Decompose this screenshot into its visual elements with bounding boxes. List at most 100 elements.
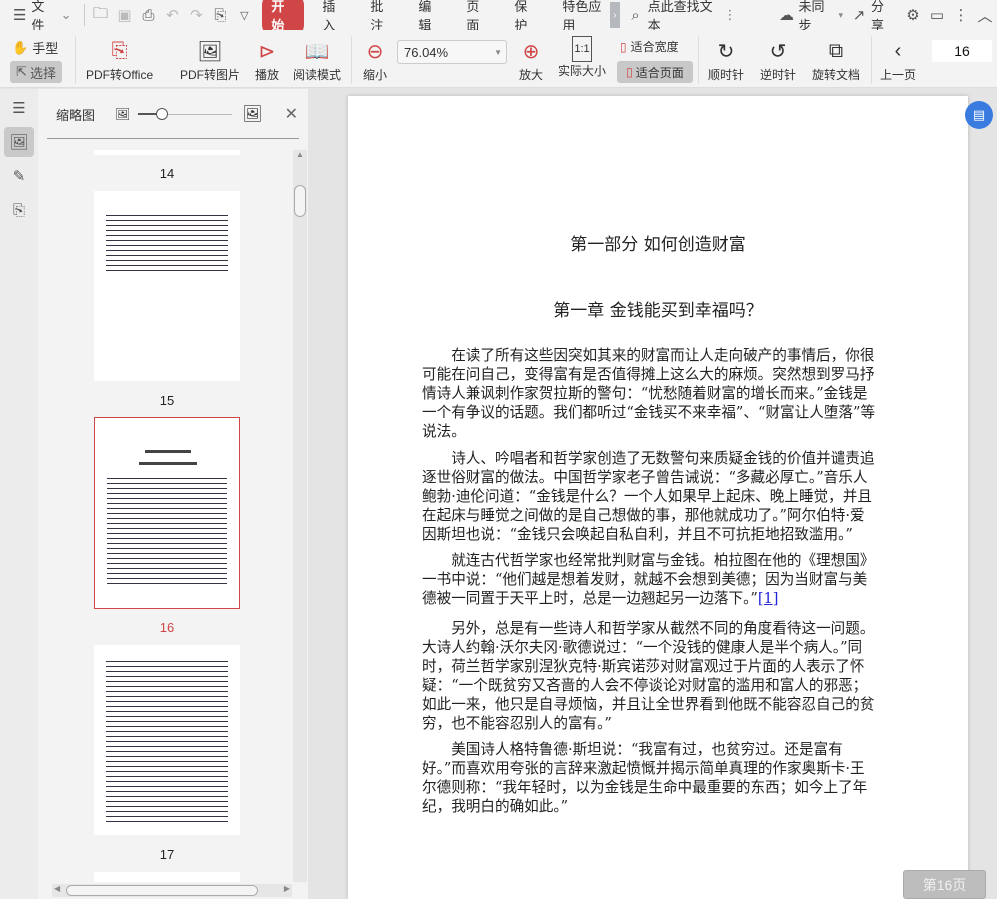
text-line: 另外，总是有一些诗人和哲学家从截然不同的角度看待这一问题。 — [422, 620, 875, 637]
chevron-down-icon: ▼ — [494, 47, 502, 57]
save-icon[interactable]: ▣ — [112, 2, 136, 28]
fit-page-button[interactable]: ▯ 适合页面 — [617, 61, 693, 83]
hand-icon: ✋ — [12, 39, 29, 55]
export-icon[interactable]: ⎘ — [208, 2, 232, 28]
chevron-down-icon: ⌄ — [60, 7, 72, 22]
page-indicator-badge: 第16页 — [903, 870, 986, 899]
text-line: 如此一来，他只是自寻烦恼，并且让全世界看到他既不能容忍自己的贫 — [422, 696, 875, 713]
menu-bar: ☰ 文件 ⌄ 🗀 ▣ ⎙ ↶ ↷ ⎘ ▽ 开始 插入 批注 编辑 页面 保护 特色应… — [0, 0, 997, 36]
scroll-up-icon[interactable]: ▲ — [293, 150, 307, 159]
rotate-ccw-icon: ↺ — [769, 40, 787, 63]
select-label: 选择 — [29, 65, 56, 81]
thumbnail-vertical-scrollbar[interactable]: ▲ — [293, 150, 307, 882]
small-thumbnail-icon[interactable]: 🖼 — [115, 107, 130, 121]
feedback-icon[interactable]: ▭ — [925, 2, 949, 28]
book-icon: 📖 — [304, 40, 330, 63]
tab-protect[interactable]: 保护 — [502, 0, 550, 33]
zoom-out-icon: ⊖ — [366, 40, 384, 63]
hand-tool-button[interactable]: ✋ 手型 — [12, 38, 58, 57]
zoom-out-label: 缩小 — [362, 68, 387, 82]
pdf-office-label: PDF转Office — [86, 68, 154, 82]
divider — [75, 36, 76, 84]
tab-annotate[interactable]: 批注 — [358, 0, 406, 33]
read-mode-button[interactable]: 📖 阅读模式 — [293, 36, 341, 83]
thumbnail-page-17[interactable] — [94, 645, 240, 835]
zoom-select[interactable]: 76.04% ▼ — [397, 40, 507, 64]
fit-width-button[interactable]: ▯ 适合宽度 — [620, 38, 679, 55]
paragraph: 在读了所有这些因突如其来的财富而让人走向破产的事情后，你很 可能在问自己，变得富有… — [422, 346, 902, 441]
text-line: 疑：“一个既贫穷又吝啬的人会不停谈论对财富的滥用和富人的邪恶； — [422, 677, 868, 694]
convert-float-button[interactable]: ▤ — [965, 101, 993, 129]
document-page: 第一部分 如何创造财富 第一章 金钱能买到幸福吗？ 在读了所有这些因突如其来的财… — [348, 96, 968, 899]
zoom-in-button[interactable]: ⊕ 放大 — [516, 36, 546, 83]
tabs-scroll-right[interactable]: › — [610, 2, 620, 28]
rotate-counterclockwise-button[interactable]: ↺ 逆时针 — [760, 36, 796, 83]
share-button[interactable]: 分享 — [871, 0, 895, 34]
text-line: 德被一同置于天平上时，总是一边翘起另一边落下。”[1] — [422, 590, 779, 607]
play-button[interactable]: ⊳ 播放 — [252, 36, 282, 83]
text-line: 在读了所有这些因突如其来的财富而让人走向破产的事情后，你很 — [422, 347, 875, 364]
scroll-left-icon[interactable]: ◀ — [54, 884, 60, 893]
footnote-link[interactable]: [1] — [758, 590, 779, 607]
undo-icon[interactable]: ↶ — [160, 2, 184, 28]
sync-status[interactable]: 未同步 — [799, 0, 835, 34]
annotation-pen-icon[interactable]: ✎ — [4, 161, 34, 191]
redo-icon[interactable]: ↷ — [184, 2, 208, 28]
outline-icon[interactable]: ☰ — [4, 93, 34, 123]
text-line: 诗人、吟唱者和哲学家创造了无数警句来质疑金钱的价值并谴责追 — [422, 450, 875, 467]
tab-insert[interactable]: 插入 — [310, 0, 358, 33]
tab-features[interactable]: 特色应用 — [550, 0, 610, 30]
hand-label: 手型 — [32, 41, 59, 56]
thumbnail-label: 14 — [159, 166, 175, 181]
large-thumbnail-icon[interactable]: 🖼 — [242, 104, 262, 124]
thumbnail-icon[interactable]: 🖼 — [4, 127, 34, 157]
divider — [83, 4, 85, 26]
text-line: 一个有争议的话题。我们都听过“金钱买不来幸福”、“财富让人堕落”等 — [422, 404, 876, 421]
cursor-icon: ⇱ — [16, 64, 27, 79]
tab-page[interactable]: 页面 — [454, 0, 502, 33]
thumbnail-page-16[interactable] — [94, 417, 240, 609]
rotate-document-icon: ⧉ — [828, 39, 844, 62]
actual-size-button[interactable]: 1:1 实际大小 — [558, 36, 606, 79]
open-folder-icon[interactable]: 🗀 — [89, 2, 113, 28]
hamburger-icon: ☰ — [12, 7, 27, 24]
rotate-clockwise-button[interactable]: ↻ 顺时针 — [708, 36, 744, 83]
pdf-convert-icon: ⎘ — [111, 39, 128, 62]
thumbnail-horizontal-scrollbar[interactable]: ◀ ▶ — [52, 884, 292, 897]
page-number-value: 16 — [954, 43, 970, 59]
scroll-right-icon[interactable]: ▶ — [284, 884, 290, 893]
file-menu[interactable]: ☰ 文件 ⌄ — [0, 0, 80, 33]
previous-page-button[interactable]: ‹ 上一页 — [880, 36, 916, 83]
text-line: 纪，我明白的确如此。” — [422, 798, 569, 815]
more-vertical-icon[interactable]: ⋮ — [949, 2, 973, 28]
text-line: 鲍勃·迪伦问道：“金钱是什么？一个人如果早上起床、晚上睡觉，并且 — [422, 488, 872, 505]
close-icon[interactable]: ✕ — [285, 104, 298, 124]
thumbnail-page-18[interactable] — [94, 872, 240, 882]
search-input[interactable]: 点此查找文本 — [648, 0, 720, 34]
more-vertical-icon[interactable]: ⋮ — [724, 7, 737, 23]
left-sidebar: ☰ 🖼 ✎ ⎘ — [0, 89, 38, 899]
pdf-to-image-button[interactable]: 🖼 PDF转图片 — [180, 36, 240, 83]
more-dropdown-icon[interactable]: ▽ — [232, 2, 256, 28]
slider-handle[interactable] — [156, 108, 169, 120]
convert-icon[interactable]: ⎘ — [4, 195, 34, 225]
settings-gear-icon[interactable]: ⚙ — [901, 2, 925, 28]
scrollbar-thumb[interactable] — [66, 885, 258, 896]
collapse-ribbon-icon[interactable]: ︿ — [973, 2, 997, 28]
pdf-to-office-button[interactable]: ⎘ PDF转Office — [86, 36, 153, 83]
select-tool-button[interactable]: ⇱ 选择 — [10, 61, 62, 83]
thumbnail-page-15[interactable] — [94, 191, 240, 381]
tab-edit[interactable]: 编辑 — [406, 0, 454, 33]
divider — [698, 36, 699, 84]
zoom-out-button[interactable]: ⊖ 缩小 — [360, 36, 390, 83]
thumbnail-size-slider[interactable] — [138, 107, 233, 121]
thumbnail-page-14[interactable] — [94, 150, 240, 155]
rotate-document-button[interactable]: ⧉ 旋转文档 — [812, 36, 860, 83]
scrollbar-thumb[interactable] — [294, 185, 306, 217]
print-icon[interactable]: ⎙ — [136, 2, 160, 28]
thumbnail-panel: 缩略图 🖼 🖼 ✕ 14 15 16 17 ▲ ◀ ▶ — [38, 89, 308, 899]
page-number-input[interactable]: 16 — [932, 40, 992, 62]
text-line: 时，荷兰哲学家别涅狄克特·斯宾诺莎对财富观过于片面的人表示了怀 — [422, 658, 865, 675]
divider — [871, 36, 872, 84]
divider — [47, 138, 299, 139]
